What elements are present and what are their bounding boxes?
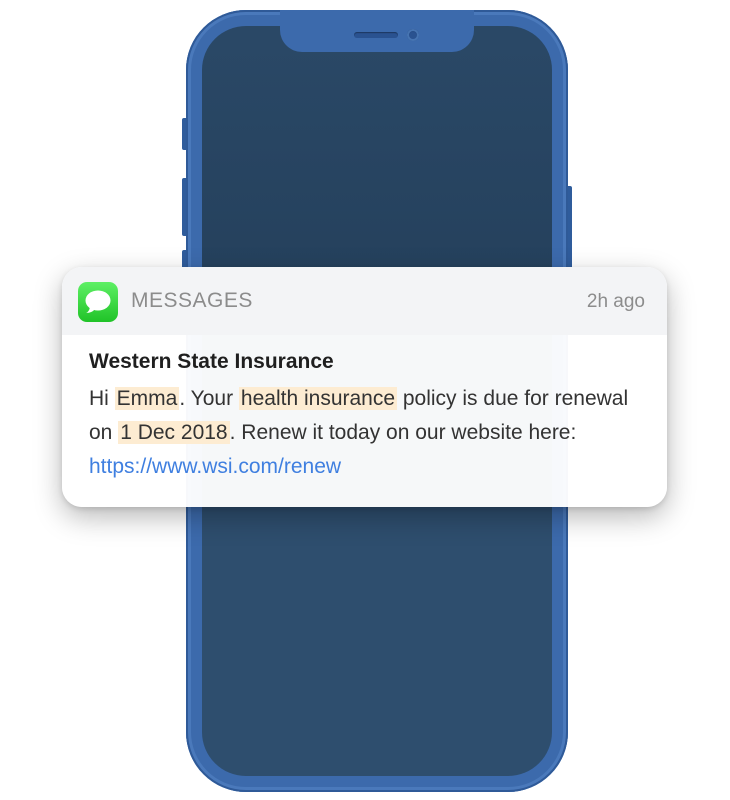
highlight-name: Emma	[114, 387, 180, 410]
body-text: . Your	[179, 387, 239, 410]
front-camera	[407, 29, 419, 41]
notification-header: MESSAGES 2h ago	[62, 267, 667, 335]
body-text: Hi	[89, 387, 115, 410]
screen-shade	[202, 26, 552, 286]
sender-name: Western State Insurance	[89, 350, 334, 373]
messages-bubble-icon	[78, 282, 118, 322]
highlight-date: 1 Dec 2018	[118, 421, 230, 444]
stage: MESSAGES 2h ago Western State Insurance …	[0, 0, 730, 800]
speaker-grille	[354, 32, 398, 38]
body-text: . Renew it today on our website here:	[229, 421, 577, 444]
message-notification[interactable]: MESSAGES 2h ago Western State Insurance …	[62, 267, 667, 507]
notification-time: 2h ago	[586, 291, 645, 312]
phone-notch	[280, 10, 474, 52]
message-body: Hi Emma. Your health insurance policy is…	[89, 382, 649, 484]
app-name: MESSAGES	[131, 289, 253, 312]
renewal-link[interactable]: https://www.wsi.com/renew	[89, 455, 341, 478]
highlight-product: health insurance	[238, 387, 398, 410]
